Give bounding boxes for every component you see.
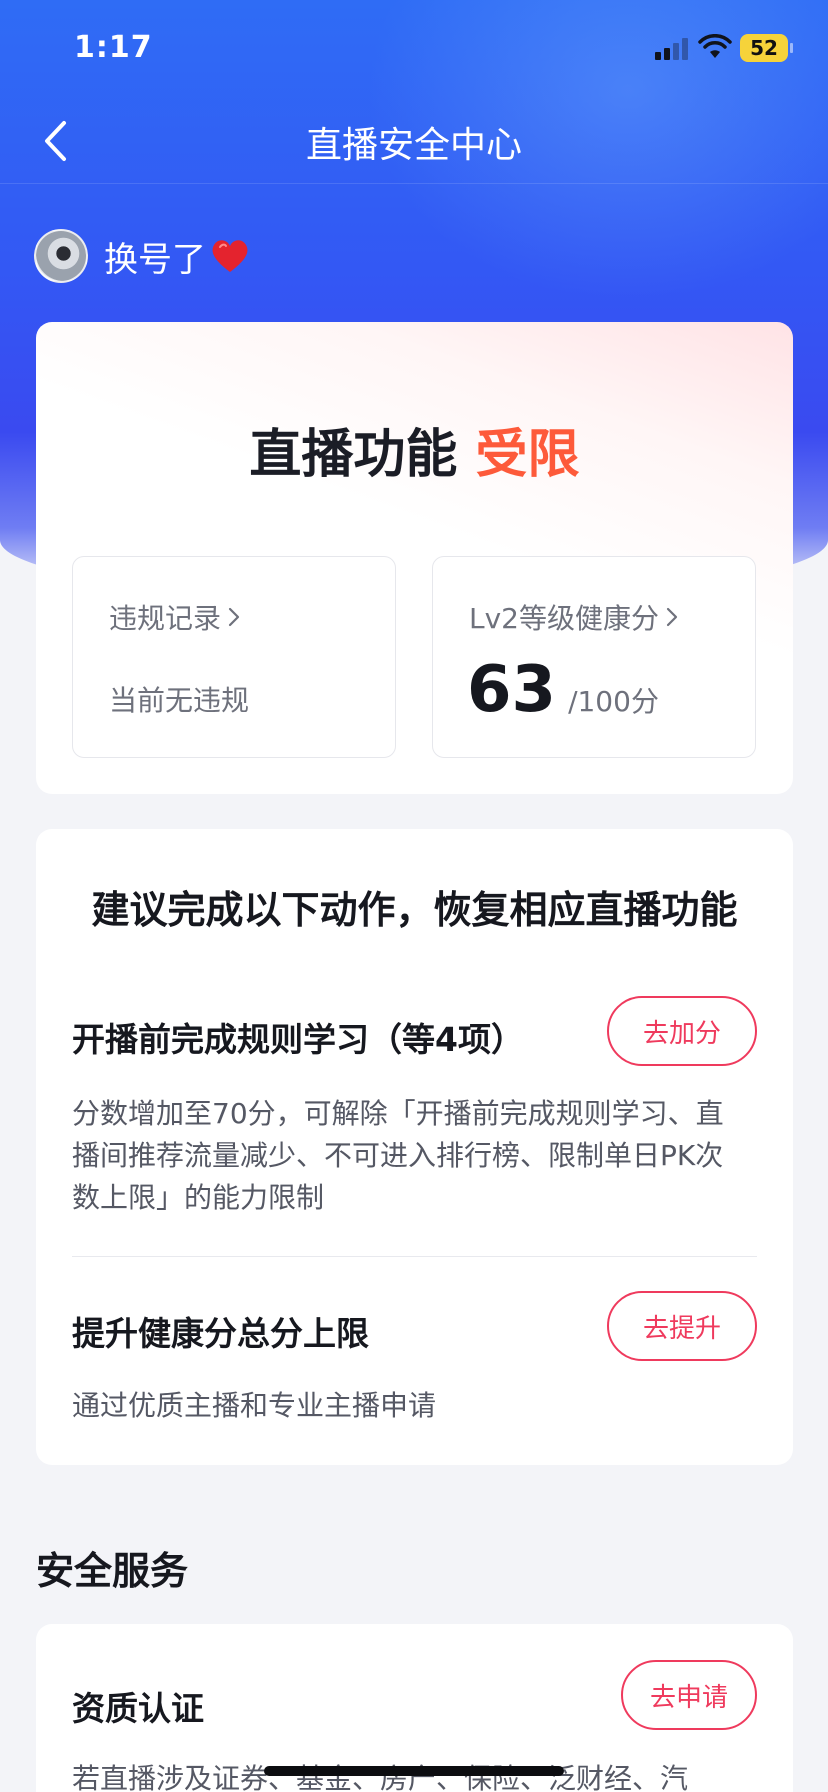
username: 换号了 bbox=[104, 239, 206, 280]
status-limited-label: 受限 bbox=[475, 425, 580, 485]
violation-status: 当前无违规 bbox=[109, 684, 250, 717]
user-profile[interactable]: 换号了 bbox=[34, 228, 250, 284]
status-bar: 1:17 52 bbox=[0, 0, 828, 100]
health-score: 63 /100分 bbox=[467, 653, 659, 727]
status-time: 1:17 bbox=[74, 30, 153, 65]
health-score-link[interactable]: Lv2等级健康分 bbox=[469, 597, 679, 637]
chevron-right-icon bbox=[666, 607, 678, 627]
signal-icon bbox=[655, 38, 689, 60]
violation-record-box[interactable]: 违规记录 当前无违规 bbox=[72, 556, 396, 758]
task-title-rule-study: 开播前完成规则学习（等4项） bbox=[72, 1020, 524, 1059]
task-desc-rule-study: 分数增加至70分，可解除「开播前完成规则学习、直播间推荐流量减少、不可进入排行榜… bbox=[72, 1097, 724, 1214]
raise-limit-button[interactable]: 去提升 bbox=[607, 1291, 757, 1361]
task-title-raise-limit: 提升健康分总分上限 bbox=[72, 1314, 369, 1353]
violation-record-label: 违规记录 bbox=[109, 602, 222, 635]
health-score-total: /100分 bbox=[568, 685, 659, 718]
battery-icon: 52 bbox=[740, 34, 793, 62]
apply-button[interactable]: 去申请 bbox=[621, 1660, 757, 1730]
page-title: 直播安全中心 bbox=[305, 125, 522, 166]
add-points-button[interactable]: 去加分 bbox=[607, 996, 757, 1066]
safety-services-title: 安全服务 bbox=[36, 1549, 189, 1593]
status-heading-prefix: 直播功能 bbox=[249, 425, 458, 485]
health-score-box[interactable]: Lv2等级健康分 63 /100分 bbox=[432, 556, 756, 758]
battery-level: 52 bbox=[750, 36, 778, 60]
chevron-right-icon bbox=[228, 607, 240, 627]
suggestions-title: 建议完成以下动作，恢复相应直播功能 bbox=[91, 888, 738, 932]
health-score-value: 63 bbox=[467, 653, 557, 727]
navigation-bar: 直播安全中心 bbox=[0, 100, 828, 184]
live-status-heading: 直播功能 受限 bbox=[36, 412, 793, 487]
violation-record-link[interactable]: 违规记录 bbox=[109, 597, 241, 637]
suggestions-card: 建议完成以下动作，恢复相应直播功能 开播前完成规则学习（等4项） 去加分 分数增… bbox=[36, 829, 793, 1465]
qualification-title: 资质认证 bbox=[72, 1689, 204, 1728]
heart-emoji-icon bbox=[212, 240, 248, 272]
health-score-label: Lv2等级健康分 bbox=[469, 602, 659, 635]
status-card: 直播功能 受限 违规记录 当前无违规 Lv2等级健康分 63 /100分 bbox=[36, 322, 793, 794]
task-desc-raise-limit: 通过优质主播和专业主播申请 bbox=[72, 1389, 437, 1422]
divider bbox=[72, 1256, 757, 1257]
wifi-icon bbox=[698, 34, 732, 58]
avatar[interactable] bbox=[34, 229, 88, 283]
home-indicator[interactable] bbox=[264, 1766, 564, 1776]
